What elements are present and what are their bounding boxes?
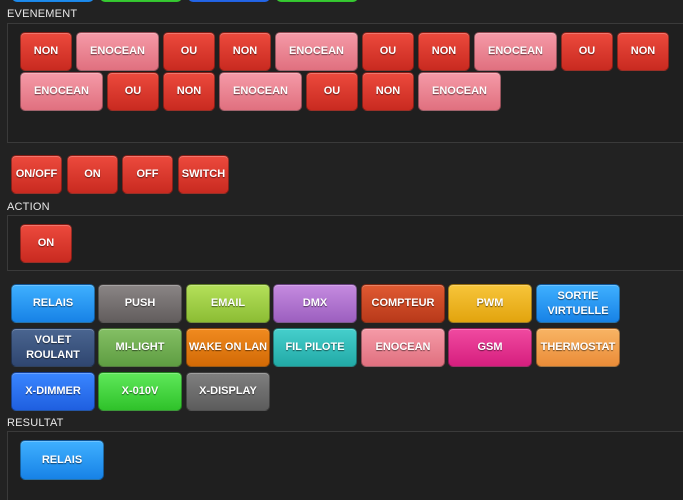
resultat-option-enocean[interactable]: ENOCEAN	[361, 328, 445, 367]
evenement-token-non[interactable]: NON	[362, 72, 414, 111]
evenement-token-enocean[interactable]: ENOCEAN	[20, 72, 103, 111]
evenement-token-non[interactable]: NON	[20, 32, 72, 71]
resultat-option-mi-light[interactable]: MI-LIGHT	[98, 328, 182, 367]
resultat-heading: RESULTAT	[7, 417, 64, 429]
evenement-token-ou[interactable]: OU	[306, 72, 358, 111]
resultat-option-thermostat[interactable]: THERMOSTAT	[536, 328, 620, 367]
evenement-panel: NON ENOCEAN OU NON ENOCEAN OU NON ENOCEA…	[7, 23, 683, 143]
resultat-option-x-dimmer[interactable]: X-DIMMER	[11, 372, 95, 411]
action-option-off[interactable]: OFF	[122, 155, 173, 194]
evenement-token-enocean[interactable]: ENOCEAN	[275, 32, 358, 71]
evenement-token-ou[interactable]: OU	[163, 32, 215, 71]
evenement-token-ou[interactable]: OU	[561, 32, 613, 71]
resultat-option-email[interactable]: EMAIL	[186, 284, 270, 323]
evenement-token-non[interactable]: NON	[617, 32, 669, 71]
resultat-option-volet-roulant[interactable]: VOLET ROULANT	[11, 328, 95, 367]
top-partial-button-3[interactable]	[188, 0, 270, 2]
action-option-on[interactable]: ON	[67, 155, 118, 194]
resultat-option-compteur[interactable]: COMPTEUR	[361, 284, 445, 323]
evenement-heading: EVENEMENT	[7, 8, 78, 20]
resultat-option-sortie-virtuelle[interactable]: SORTIE VIRTUELLE	[536, 284, 620, 323]
evenement-token-enocean[interactable]: ENOCEAN	[474, 32, 557, 71]
evenement-token-non[interactable]: NON	[163, 72, 215, 111]
resultat-option-fil-pilote[interactable]: FIL PILOTE	[273, 328, 357, 367]
action-option-switch[interactable]: SWITCH	[178, 155, 229, 194]
resultat-option-dmx[interactable]: DMX	[273, 284, 357, 323]
resultat-option-x-display[interactable]: X-DISPLAY	[186, 372, 270, 411]
resultat-option-push[interactable]: PUSH	[98, 284, 182, 323]
evenement-token-non[interactable]: NON	[418, 32, 470, 71]
resultat-option-gsm[interactable]: GSM	[448, 328, 532, 367]
evenement-token-enocean[interactable]: ENOCEAN	[76, 32, 159, 71]
evenement-token-ou[interactable]: OU	[362, 32, 414, 71]
action-option-on-off[interactable]: ON/OFF	[11, 155, 62, 194]
action-panel: ON	[7, 215, 683, 271]
evenement-token-enocean[interactable]: ENOCEAN	[418, 72, 501, 111]
resultat-selected-relais[interactable]: RELAIS	[20, 440, 104, 480]
evenement-token-enocean[interactable]: ENOCEAN	[219, 72, 302, 111]
resultat-option-pwm[interactable]: PWM	[448, 284, 532, 323]
resultat-option-relais[interactable]: RELAIS	[11, 284, 95, 323]
action-heading: ACTION	[7, 201, 50, 213]
top-partial-button-2[interactable]	[100, 0, 182, 2]
top-partial-button-4[interactable]	[276, 0, 358, 2]
resultat-panel: RELAIS	[7, 431, 683, 500]
top-partial-button-1[interactable]	[12, 0, 94, 2]
resultat-option-wake-on-lan[interactable]: WAKE ON LAN	[186, 328, 270, 367]
resultat-option-x-010v[interactable]: X-010V	[98, 372, 182, 411]
evenement-token-non[interactable]: NON	[219, 32, 271, 71]
action-selected-on[interactable]: ON	[20, 224, 72, 263]
evenement-token-ou[interactable]: OU	[107, 72, 159, 111]
